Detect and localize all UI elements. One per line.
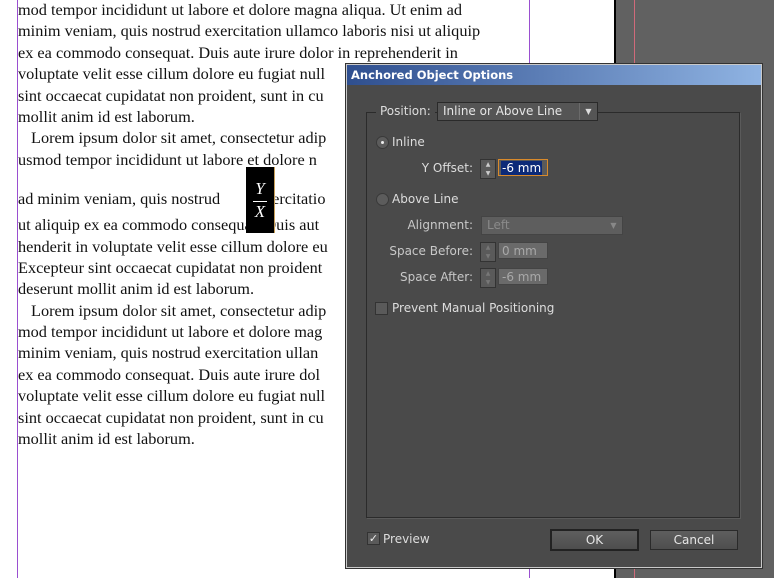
chevron-down-icon: ▼ <box>579 103 597 120</box>
position-select[interactable]: Inline or Above Line ▼ <box>437 102 598 121</box>
anchored-object[interactable]: Y X <box>246 167 275 233</box>
preview-checkbox[interactable]: ✓ <box>367 532 380 545</box>
prevent-manual-positioning-label[interactable]: Prevent Manual Positioning <box>392 300 554 316</box>
above-line-radio[interactable] <box>376 193 389 206</box>
space-after-stepper[interactable]: ▲ ▼ <box>480 268 496 288</box>
alignment-value: Left <box>487 218 510 232</box>
space-after-input[interactable]: -6 mm <box>498 268 548 285</box>
y-offset-label: Y Offset: <box>421 161 473 175</box>
space-before-label: Space Before: <box>389 244 473 258</box>
dialog-title[interactable]: Anchored Object Options <box>347 65 761 85</box>
inline-label[interactable]: Inline <box>392 134 425 150</box>
ok-button[interactable]: OK <box>550 529 639 551</box>
anchored-object-options-dialog: Anchored Object Options Position: Inline… <box>346 64 762 568</box>
prevent-manual-positioning-checkbox[interactable] <box>375 302 388 315</box>
alignment-label: Alignment: <box>407 218 473 232</box>
inline-radio[interactable] <box>376 136 389 149</box>
alignment-select[interactable]: Left ▼ <box>481 216 623 235</box>
y-offset-value: -6 mm <box>501 161 543 175</box>
text-line: mod tempor incididunt ut labore et dolor… <box>18 0 462 19</box>
y-offset-stepper[interactable]: ▲ ▼ <box>480 159 496 179</box>
above-line-label[interactable]: Above Line <box>392 191 458 207</box>
position-value: Inline or Above Line <box>443 104 563 118</box>
text-line: minim veniam, quis nostrud exercitation … <box>18 21 481 41</box>
cancel-button[interactable]: Cancel <box>650 530 738 550</box>
y-offset-input[interactable]: -6 mm <box>498 159 548 176</box>
position-label: Position: <box>376 103 435 119</box>
fraction-numerator: Y <box>255 179 265 198</box>
checkmark-icon: ✓ <box>368 532 379 545</box>
space-before-stepper[interactable]: ▲ ▼ <box>480 242 496 262</box>
preview-label[interactable]: Preview <box>383 531 430 547</box>
fraction-denominator: X <box>254 202 266 221</box>
space-after-label-text: Space After: <box>399 270 473 284</box>
space-before-input[interactable]: 0 mm <box>498 242 548 259</box>
text-line: ex ea commodo consequat. Duis aute irure… <box>18 42 458 62</box>
chevron-down-icon: ▼ <box>610 221 617 230</box>
